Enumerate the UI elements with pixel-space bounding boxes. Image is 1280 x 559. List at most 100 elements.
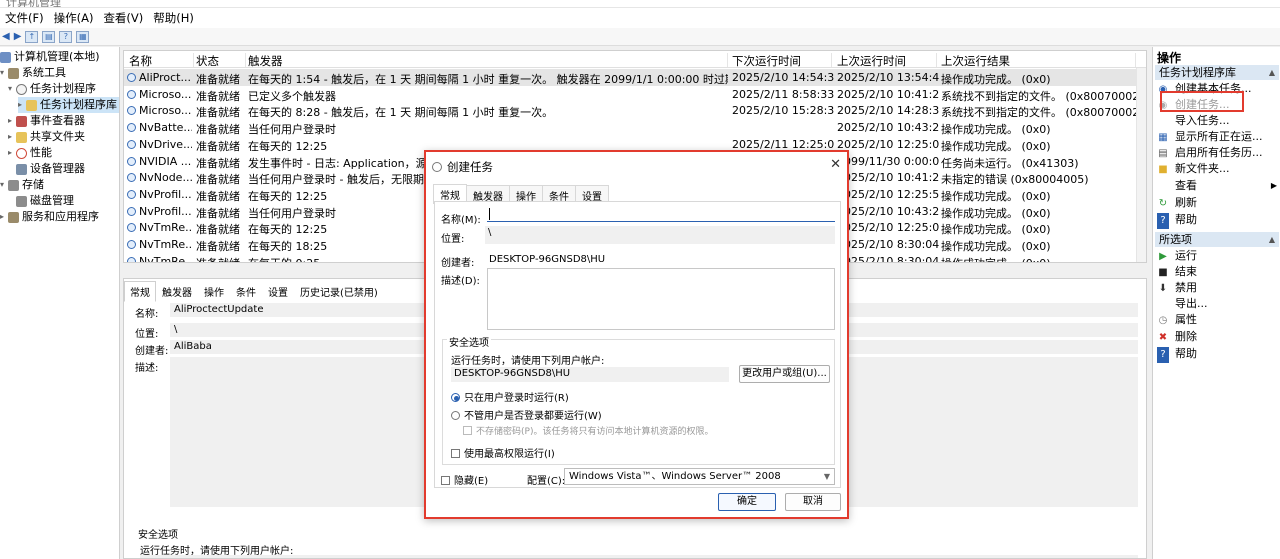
cell-last-run: 2025/2/10 8:30:04 — [837, 254, 939, 263]
action-refresh[interactable]: ↻ 刷新 — [1157, 195, 1197, 211]
table-row[interactable]: AliProct... 准备就绪 在每天的 1:54 - 触发后，在 1 天 期间每… — [124, 69, 1136, 86]
help-icon[interactable]: ? — [59, 30, 73, 43]
column-header-last-run[interactable]: 上次运行时间 — [837, 53, 937, 68]
history-icon: ▤ — [1158, 148, 1168, 159]
expand-chevron-icon[interactable]: ▸ — [8, 129, 16, 145]
expand-chevron-icon[interactable]: ▸ — [0, 209, 8, 225]
close-icon[interactable]: ✕ — [830, 157, 841, 172]
action-delete[interactable]: ✖ 删除 — [1157, 329, 1197, 345]
detail-tab-triggers[interactable]: 触发器 — [156, 281, 198, 302]
action-pane-icon[interactable]: ▦ — [76, 30, 90, 43]
column-header-last-result[interactable]: 上次运行结果 — [941, 53, 1136, 68]
cell-last-result: 操作成功完成。 (0x0) — [941, 73, 1051, 86]
expand-chevron-icon[interactable]: ▾ — [8, 81, 16, 97]
detail-tab-history[interactable]: 历史记录(已禁用) — [294, 281, 384, 302]
cell-next-run: 2025/2/10 15:28:33 — [732, 104, 835, 118]
properties-icon: ◷ — [1158, 315, 1168, 326]
show-tree-icon[interactable]: ▤ — [42, 30, 56, 43]
cell-last-run: 2025/2/10 10:43:29 — [837, 204, 939, 218]
folder-icon — [26, 99, 37, 111]
cell-name: AliProct... — [127, 71, 192, 84]
detail-tab-actions[interactable]: 操作 — [198, 281, 230, 302]
change-user-button[interactable]: 更改用户或组(U)... — [739, 365, 830, 383]
task-name-input[interactable] — [487, 207, 835, 222]
no-store-password-checkbox[interactable]: 不存储密码(P)。该任务将只有访问本地计算机资源的权限。 — [463, 424, 713, 437]
table-row[interactable]: Microso... 准备就绪 在每天的 8:28 - 触发后，在 1 天 期间每隔… — [124, 102, 1136, 119]
detail-tab-conditions[interactable]: 条件 — [230, 281, 262, 302]
cell-status: 准备就绪 — [196, 123, 240, 137]
table-row[interactable]: Microso... 准备就绪 已定义多个触发器 2025/2/11 8:58:33 2… — [124, 86, 1136, 103]
detail-author-label: 创建者: — [135, 346, 169, 357]
actions-header: 操作 — [1157, 51, 1182, 65]
column-header-trigger[interactable]: 触发器 — [248, 53, 728, 68]
column-header-next-run[interactable]: 下次运行时间 — [732, 53, 832, 68]
expand-chevron-icon[interactable]: ▸ — [18, 97, 26, 113]
back-arrow-icon[interactable]: ◀ — [2, 31, 10, 42]
action-disable[interactable]: ⬇ 禁用 — [1157, 280, 1197, 296]
action-end[interactable]: ■ 结束 — [1157, 264, 1197, 280]
actions-section-library[interactable]: 任务计划程序库 ▲ — [1155, 65, 1279, 80]
hidden-checkbox[interactable]: 隐藏(E) — [441, 472, 488, 487]
tree-item-storage[interactable]: ▾ 存储 — [0, 177, 44, 193]
tree-item-performance[interactable]: ▸ 性能 — [8, 145, 52, 161]
expand-chevron-icon[interactable]: ▸ — [8, 145, 16, 161]
ok-button[interactable]: 确定 — [718, 493, 776, 511]
task-clock-icon — [127, 206, 136, 216]
menu-view[interactable]: 查看(V) — [98, 10, 148, 26]
radio-run-always[interactable]: 不管用户是否登录都要运行(W) — [451, 407, 602, 422]
cancel-button[interactable]: 取消 — [785, 493, 841, 511]
expand-chevron-icon[interactable]: ▾ — [0, 65, 8, 81]
actions-section-selected[interactable]: 所选项 ▲ — [1155, 232, 1279, 247]
action-help-selected[interactable]: ? 帮助 — [1157, 346, 1197, 363]
tree-item-event-viewer[interactable]: ▸ 事件查看器 — [8, 113, 85, 129]
configure-select[interactable]: Windows Vista™、Windows Server™ 2008 ▼ — [564, 468, 835, 485]
cell-status: 准备就绪 — [196, 139, 240, 153]
action-help[interactable]: ? 帮助 — [1157, 212, 1197, 229]
checkbox-icon — [441, 476, 450, 485]
detail-tab-general[interactable]: 常规 — [124, 281, 156, 302]
action-import-task[interactable]: 导入任务... — [1157, 113, 1230, 129]
cell-last-run: 2025/2/10 12:25:02 — [837, 137, 939, 151]
action-new-folder[interactable]: ■ 新文件夹... — [1157, 161, 1229, 177]
menu-action[interactable]: 操作(A) — [49, 10, 99, 26]
up-folder-icon[interactable]: ↑ — [25, 30, 39, 43]
collapse-caret-icon[interactable]: ▲ — [1269, 232, 1275, 247]
cell-name: NvTmRe... — [127, 255, 192, 262]
collapse-caret-icon[interactable]: ▲ — [1269, 65, 1275, 80]
forward-arrow-icon[interactable]: ▶ — [14, 31, 22, 42]
description-textarea[interactable] — [487, 268, 835, 330]
tree-item-disk-management[interactable]: 磁盘管理 — [16, 193, 74, 209]
tree-item-device-manager[interactable]: 设备管理器 — [16, 161, 85, 177]
radio-run-logged-on[interactable]: 只在用户登录时运行(R) — [451, 389, 569, 404]
tree-item-computer-management[interactable]: 计算机管理(本地) — [0, 49, 100, 65]
menu-file[interactable]: 文件(F) — [0, 10, 49, 26]
action-export[interactable]: 导出... — [1157, 296, 1208, 312]
tree-item-task-scheduler-library[interactable]: ▸ 任务计划程序库 — [18, 97, 119, 113]
action-enable-history[interactable]: ▤ 启用所有任务历... — [1157, 145, 1262, 161]
highest-privileges-checkbox[interactable]: 使用最高权限运行(I) — [451, 445, 555, 460]
action-view[interactable]: 查看 ▶ — [1157, 178, 1277, 194]
radio-selected-icon — [451, 393, 460, 402]
expand-chevron-icon[interactable]: ▸ — [8, 113, 16, 129]
tree-item-task-scheduler[interactable]: ▾ 任务计划程序 — [8, 81, 96, 97]
table-row[interactable]: NvBatte... 准备就绪 当任何用户登录时 2025/2/10 10:43:29… — [124, 119, 1136, 136]
task-list-scrollbar[interactable] — [1136, 68, 1146, 262]
action-run[interactable]: ▶ 运行 — [1157, 248, 1197, 264]
menu-help[interactable]: 帮助(H) — [148, 10, 199, 26]
action-show-running-tasks[interactable]: ▦ 显示所有正在运... — [1157, 129, 1262, 145]
tree-item-system-tools[interactable]: ▾ 系统工具 — [0, 65, 66, 81]
tree-item-services-and-apps[interactable]: ▸ 服务和应用程序 — [0, 209, 99, 225]
column-header-name[interactable]: 名称 — [129, 53, 194, 68]
shared-folder-icon — [16, 131, 27, 143]
column-header-status[interactable]: 状态 — [196, 53, 246, 68]
toolbar: ◀ ▶ ↑ ▤ ? ▦ — [0, 28, 1280, 46]
action-properties[interactable]: ◷ 属性 — [1157, 312, 1197, 328]
checkbox-icon — [463, 426, 472, 435]
task-clock-icon — [127, 73, 136, 82]
cell-last-result: 操作成功完成。 (0x0) — [941, 139, 1051, 153]
tree-item-shared-folders[interactable]: ▸ 共享文件夹 — [8, 129, 85, 145]
cell-trigger: 已定义多个触发器 — [248, 89, 336, 103]
task-list-header: 名称 状态 触发器 下次运行时间 上次运行时间 上次运行结果 — [124, 51, 1146, 68]
expand-chevron-icon[interactable]: ▾ — [0, 177, 8, 193]
detail-tab-settings[interactable]: 设置 — [262, 281, 294, 302]
